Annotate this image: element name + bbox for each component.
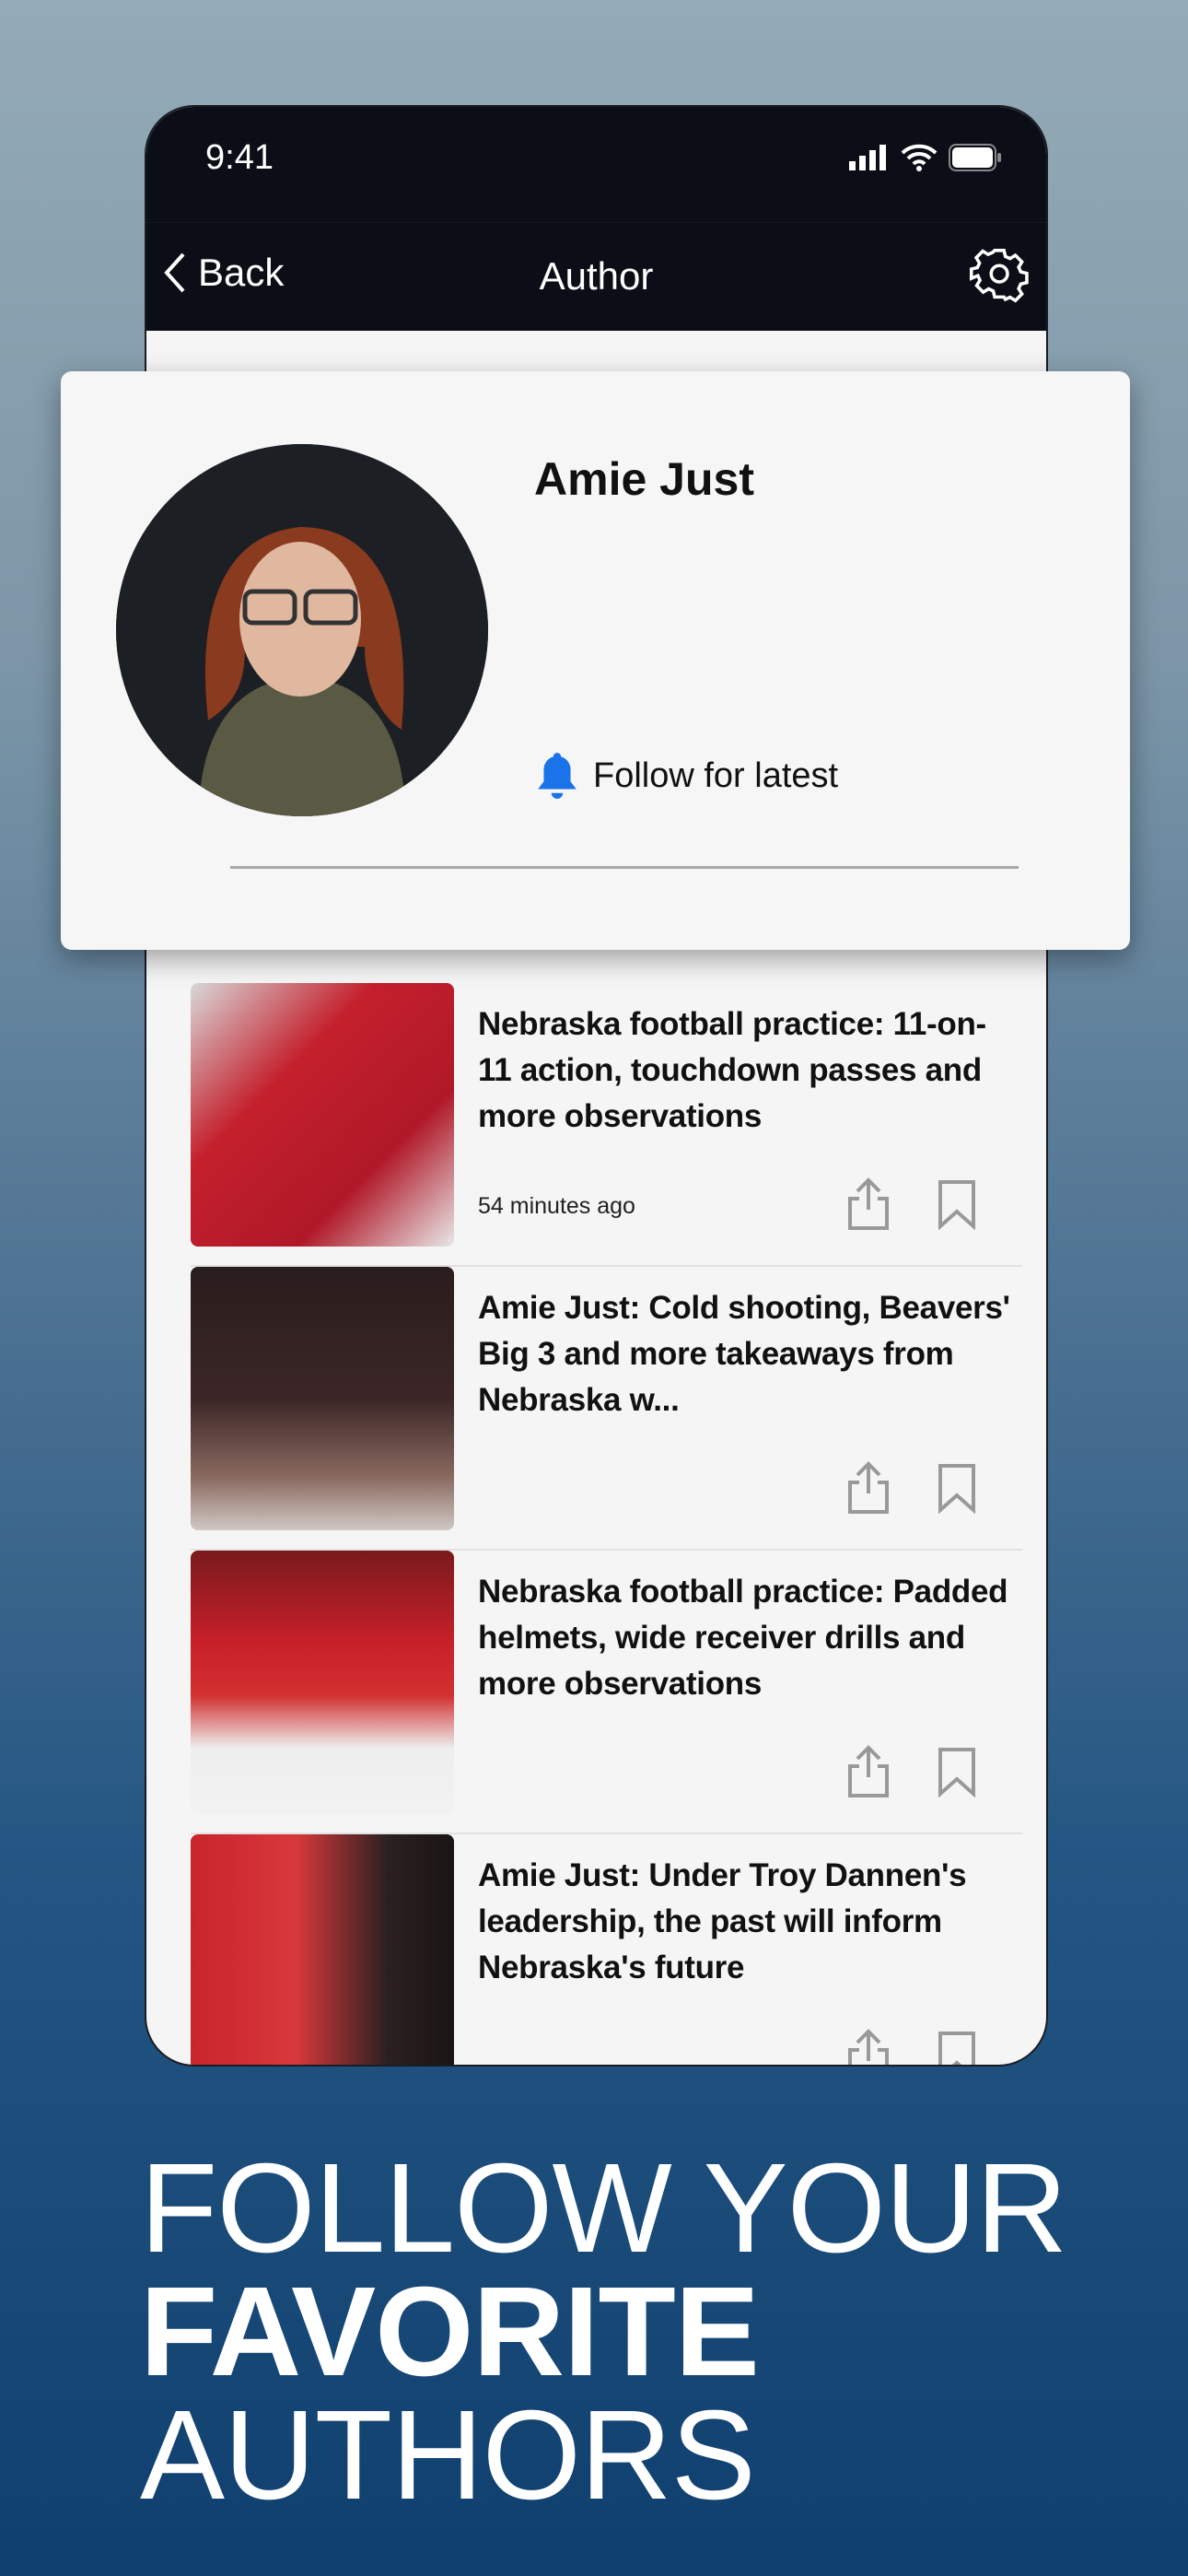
share-icon[interactable] xyxy=(844,1177,892,1232)
share-icon[interactable] xyxy=(844,1744,892,1799)
tagline: FOLLOW YOUR FAVORITE AUTHORS xyxy=(140,2137,1067,2526)
share-icon[interactable] xyxy=(844,1460,892,1516)
tagline-line-2: FAVORITE xyxy=(140,2261,760,2403)
article-title: Nebraska football practice: Padded helme… xyxy=(478,1574,1008,1702)
author-avatar xyxy=(116,444,488,816)
page-title: Author xyxy=(539,254,654,298)
article-item[interactable]: Nebraska football practice: 11-on-11 act… xyxy=(191,983,1022,1267)
gear-icon[interactable] xyxy=(969,243,1030,304)
bookmark-icon[interactable] xyxy=(937,1746,977,1797)
nav-bar: Back Author xyxy=(146,222,1046,331)
article-thumbnail xyxy=(191,1551,454,1814)
article-title: Nebraska football practice: 11-on-11 act… xyxy=(478,1006,986,1134)
divider xyxy=(230,866,1019,869)
bookmark-icon[interactable] xyxy=(937,2030,977,2067)
share-icon[interactable] xyxy=(844,2028,892,2067)
article-title: Amie Just: Cold shooting, Beavers' Big 3… xyxy=(478,1290,1010,1418)
article-list: Nebraska football practice: 11-on-11 act… xyxy=(191,983,1022,2067)
article-title: Amie Just: Under Troy Dannen's leadershi… xyxy=(478,1857,967,1985)
bookmark-icon[interactable] xyxy=(937,1178,977,1230)
follow-button[interactable]: Follow for latest xyxy=(534,751,838,801)
battery-icon xyxy=(949,144,1001,171)
article-item[interactable]: Amie Just: Cold shooting, Beavers' Big 3… xyxy=(191,1267,1022,1551)
author-name: Amie Just xyxy=(534,453,754,505)
status-bar: 9:41 xyxy=(146,107,1046,222)
article-time: 54 minutes ago xyxy=(478,1193,635,1219)
signal-icon xyxy=(849,145,886,170)
article-thumbnail xyxy=(191,1834,454,2065)
wifi-icon xyxy=(901,144,938,171)
bookmark-icon[interactable] xyxy=(937,1462,977,1514)
article-thumbnail xyxy=(191,983,454,1247)
article-item[interactable]: Nebraska football practice: Padded helme… xyxy=(191,1551,1022,1834)
bell-icon xyxy=(538,753,577,799)
article-item[interactable]: Amie Just: Under Troy Dannen's leadershi… xyxy=(191,1834,1022,2067)
author-card: Amie Just Follow for latest xyxy=(61,371,1130,950)
article-thumbnail xyxy=(191,1267,454,1530)
follow-label: Follow for latest xyxy=(593,755,839,795)
tagline-line-3: AUTHORS xyxy=(140,2384,756,2526)
status-time: 9:41 xyxy=(205,138,274,177)
author-photo xyxy=(116,444,488,816)
tagline-line-1: FOLLOW YOUR xyxy=(140,2137,1067,2279)
